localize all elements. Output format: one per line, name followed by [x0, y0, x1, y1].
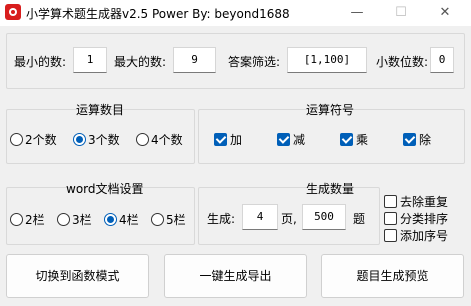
radio-circle [136, 133, 149, 146]
minimize-button[interactable]: — [336, 0, 378, 26]
radio-circle [57, 213, 70, 226]
checkbox-label: 添加序号 [400, 229, 449, 243]
radio-circle [10, 213, 23, 226]
columns-3-radio[interactable]: 3栏 [57, 211, 92, 228]
operator-subtract-checkbox[interactable]: 减 [277, 131, 305, 148]
preview-button[interactable]: 题目生成预览 [321, 254, 464, 298]
operator-multiply-checkbox[interactable]: 乘 [340, 131, 368, 148]
answer-filter-input[interactable]: [1,100] [287, 47, 367, 73]
decimal-places-input[interactable]: 0 [430, 47, 454, 73]
question-count-input[interactable]: 500 [302, 204, 346, 230]
radio-circle [73, 133, 86, 146]
generate-label: 生成: [207, 212, 236, 226]
radio-label: 4栏 [119, 213, 139, 227]
radio-label: 2个数 [25, 133, 57, 147]
switch-function-mode-button[interactable]: 切换到函数模式 [6, 254, 149, 298]
columns-2-radio[interactable]: 2栏 [10, 211, 45, 228]
checkbox-label: 除 [419, 133, 432, 147]
window-title: 小学算术题生成器v2.5 Power By: beyond1688 [26, 7, 290, 21]
maximize-button: ☐ [395, 5, 407, 20]
checkbox-box [384, 229, 397, 242]
radio-label: 4个数 [151, 133, 183, 147]
word-settings-title: word文档设置 [66, 182, 144, 196]
generate-quantity-title: 生成数量 [306, 182, 355, 196]
checkbox-box [277, 133, 290, 146]
checkbox-box [384, 195, 397, 208]
sort-by-category-checkbox[interactable]: 分类排序 [384, 210, 448, 227]
min-number-label: 最小的数: [14, 55, 67, 69]
app-logo-icon [5, 4, 21, 20]
pages-input[interactable]: 4 [242, 204, 278, 230]
generate-export-button[interactable]: 一键生成导出 [164, 254, 307, 298]
checkbox-box [403, 133, 416, 146]
operator-add-checkbox[interactable]: 加 [214, 131, 242, 148]
radio-label: 3栏 [72, 213, 92, 227]
operand-count-title: 运算数目 [76, 103, 125, 117]
radio-label: 2栏 [25, 213, 45, 227]
radio-circle [104, 213, 117, 226]
pages-unit-label: 页, [281, 212, 297, 226]
checkbox-label: 加 [230, 133, 243, 147]
checkbox-label: 去除重复 [400, 195, 449, 209]
operand-2-radio[interactable]: 2个数 [10, 131, 57, 148]
radio-label: 3个数 [88, 133, 120, 147]
radio-circle [151, 213, 164, 226]
columns-4-radio[interactable]: 4栏 [104, 211, 139, 228]
close-button[interactable]: ✕ [424, 0, 466, 26]
max-number-input[interactable]: 9 [173, 47, 216, 73]
columns-5-radio[interactable]: 5栏 [151, 211, 186, 228]
checkbox-label: 分类排序 [400, 212, 449, 226]
checkbox-label: 乘 [356, 133, 369, 147]
operand-4-radio[interactable]: 4个数 [136, 131, 183, 148]
checkbox-box [214, 133, 227, 146]
min-number-input[interactable]: 1 [73, 47, 107, 73]
decimal-places-label: 小数位数: [376, 55, 429, 69]
add-numbering-checkbox[interactable]: 添加序号 [384, 227, 448, 244]
max-number-label: 最大的数: [114, 55, 167, 69]
operators-title: 运算符号 [306, 103, 355, 117]
radio-circle [10, 133, 23, 146]
question-unit-label: 题 [353, 212, 366, 226]
checkbox-box [384, 212, 397, 225]
checkbox-box [340, 133, 353, 146]
operand-3-radio[interactable]: 3个数 [73, 131, 120, 148]
operator-divide-checkbox[interactable]: 除 [403, 131, 431, 148]
radio-label: 5栏 [166, 213, 186, 227]
answer-filter-label: 答案筛选: [228, 55, 281, 69]
remove-duplicates-checkbox[interactable]: 去除重复 [384, 193, 448, 210]
title-bar: 小学算术题生成器v2.5 Power By: beyond1688 — ☐ ✕ [0, 0, 471, 26]
checkbox-label: 减 [293, 133, 306, 147]
